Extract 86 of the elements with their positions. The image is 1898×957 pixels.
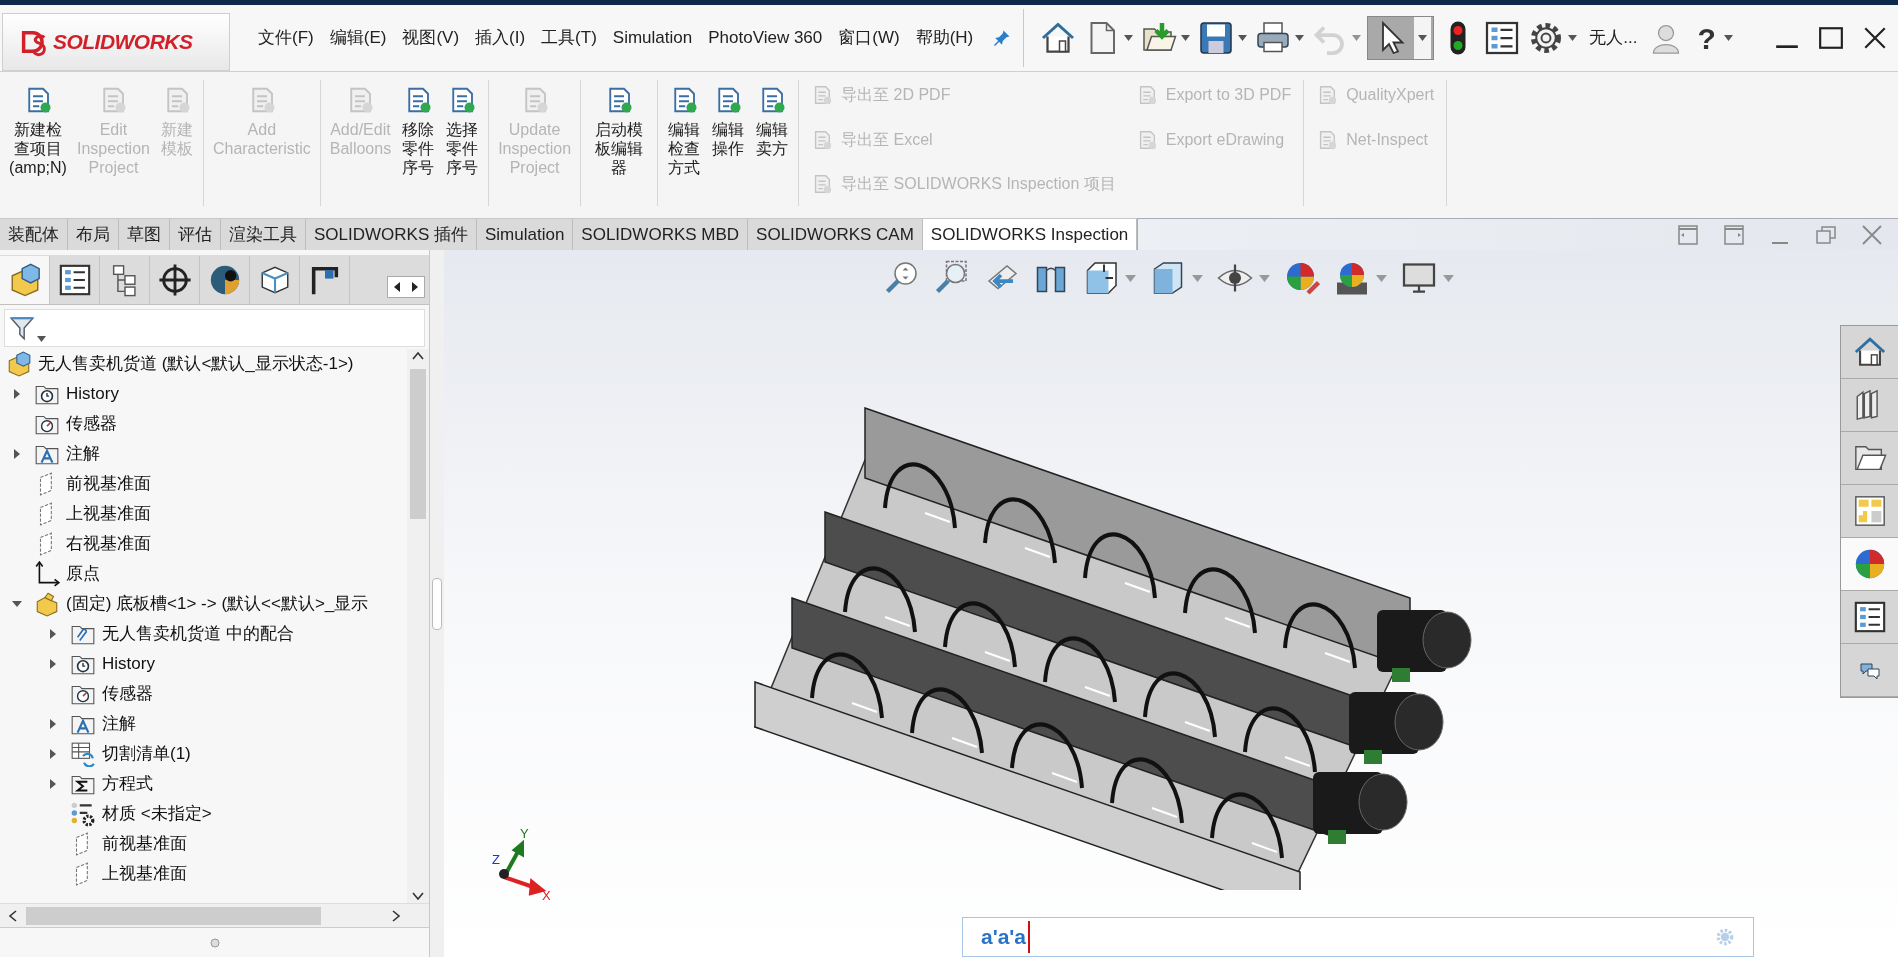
- monitor-icon: [1400, 260, 1437, 296]
- scrollbar-thumb[interactable]: [410, 369, 426, 519]
- ribbon-button[interactable]: 启动模板编辑器: [587, 80, 652, 177]
- tree-item-label[interactable]: 传感器: [66, 411, 117, 437]
- funnel-icon: [9, 314, 35, 342]
- tree-item-label[interactable]: History: [102, 651, 155, 677]
- axis-label: Y: [520, 826, 529, 841]
- property-list-icon: [57, 263, 92, 297]
- help-button[interactable]: ?: [1697, 15, 1733, 61]
- logo-banner[interactable]: SOLIDWORKS: [2, 13, 230, 71]
- ribbon-button[interactable]: 选择零件序号: [442, 80, 483, 177]
- caret-icon[interactable]: [1568, 35, 1578, 41]
- axis-label: Z: [492, 852, 500, 867]
- caret-icon: [1191, 274, 1203, 282]
- task-pane-tab[interactable]: [1841, 485, 1898, 538]
- tree-item-label[interactable]: 原点: [66, 561, 100, 587]
- caret-icon: [1124, 274, 1136, 282]
- menu-item[interactable]: 工具(T): [535, 21, 603, 55]
- ribbon-button[interactable]: 新建检查项目(amp;N): [6, 80, 70, 177]
- tree-item-label[interactable]: 注解: [66, 441, 100, 467]
- origin-axes-icon: [34, 561, 60, 587]
- tree-item-label[interactable]: 上视基准面: [66, 501, 151, 527]
- list-icon: [1852, 600, 1887, 634]
- caret-icon[interactable]: [1181, 35, 1191, 41]
- tree-item-label[interactable]: 传感器: [102, 681, 153, 707]
- tree-item-label[interactable]: 无人售卖机货道 中的配合: [102, 621, 294, 647]
- table-refresh-icon: [70, 741, 96, 767]
- caret-icon[interactable]: [1418, 35, 1428, 41]
- tree-item-label[interactable]: 方程式: [102, 771, 153, 797]
- tree-item-label[interactable]: 前视基准面: [66, 471, 151, 497]
- tree-item-label[interactable]: 右视基准面: [66, 531, 151, 557]
- ribbon-button[interactable]: 编辑检查方式: [664, 80, 705, 177]
- crosshair-icon: [157, 263, 192, 297]
- caret-icon: [1442, 274, 1454, 282]
- menu-item[interactable]: 帮助(H): [909, 21, 980, 55]
- logo-wordmark: SOLIDWORKS: [53, 29, 193, 56]
- tree-item-label[interactable]: 注解: [102, 711, 136, 737]
- assembly-icon: [6, 351, 32, 377]
- ribbon-button[interactable]: 编辑卖方: [752, 80, 793, 158]
- caret-icon: [1375, 274, 1387, 282]
- menu-item[interactable]: PhotoView 360: [702, 21, 829, 55]
- maximize-icon[interactable]: [1818, 25, 1844, 51]
- tile-right-icon[interactable]: [1722, 222, 1746, 247]
- list-icon: [1484, 20, 1521, 56]
- tree-item-label[interactable]: (固定) 底板槽<1> -> (默认<<默认>_显示: [66, 591, 369, 617]
- caret-icon[interactable]: [37, 336, 46, 342]
- ribbon-button[interactable]: 移除零件序号: [398, 80, 439, 177]
- task-pane-tab[interactable]: [1841, 326, 1898, 379]
- tree-item-label[interactable]: 切割清单(1): [102, 741, 191, 767]
- tree-item-label[interactable]: History: [66, 381, 119, 407]
- tree-item-label[interactable]: 材质 <未指定>: [102, 801, 212, 827]
- part-icon: [34, 591, 60, 617]
- tree-item-label[interactable]: 无人售卖机货道 (默认<默认_显示状态-1>): [38, 351, 354, 377]
- command-tab[interactable]: SOLIDWORKS Inspection: [922, 219, 1138, 250]
- command-search-field[interactable]: a'a'a: [962, 917, 1754, 957]
- caret-icon[interactable]: [1723, 35, 1733, 41]
- menu-item[interactable]: Simulation: [606, 21, 699, 55]
- home-icon: [1040, 20, 1077, 56]
- task-pane-tab[interactable]: [1841, 379, 1898, 432]
- tree-item-label[interactable]: 上视基准面: [102, 861, 187, 887]
- close-icon[interactable]: [1862, 25, 1888, 51]
- filter-button[interactable]: [9, 314, 46, 342]
- scrollbar-thumb[interactable]: [26, 906, 321, 925]
- menu-item[interactable]: 窗口(W): [832, 21, 906, 55]
- tile-left-icon[interactable]: [1676, 222, 1700, 247]
- task-pane-tab[interactable]: [1841, 432, 1898, 485]
- caret-icon: [1258, 274, 1270, 282]
- menu-item[interactable]: 编辑(E): [323, 21, 393, 55]
- tree-item-label[interactable]: 前视基准面: [102, 831, 187, 857]
- caret-icon[interactable]: [1238, 35, 1248, 41]
- caret-icon[interactable]: [1124, 35, 1134, 41]
- user-name[interactable]: 无人...: [1589, 25, 1638, 51]
- ribbon-button[interactable]: 编辑操作: [708, 80, 749, 158]
- splitter-dot-icon[interactable]: [209, 937, 220, 948]
- panel-splitter-handle[interactable]: [432, 577, 442, 630]
- axis-label: X: [542, 888, 551, 902]
- caret-icon[interactable]: [1295, 35, 1305, 41]
- menu-item[interactable]: 插入(I): [469, 21, 532, 55]
- material-list-icon: [70, 801, 96, 827]
- menu-item[interactable]: 文件(F): [252, 21, 320, 55]
- task-pane-tab[interactable]: [1841, 591, 1898, 644]
- menu-item[interactable]: 视图(V): [396, 21, 466, 55]
- pointer-tool-button[interactable]: [1367, 16, 1435, 60]
- view-palette-icon: [1852, 494, 1887, 528]
- home-icon: [1852, 335, 1887, 369]
- pin-icon[interactable]: [993, 29, 1012, 47]
